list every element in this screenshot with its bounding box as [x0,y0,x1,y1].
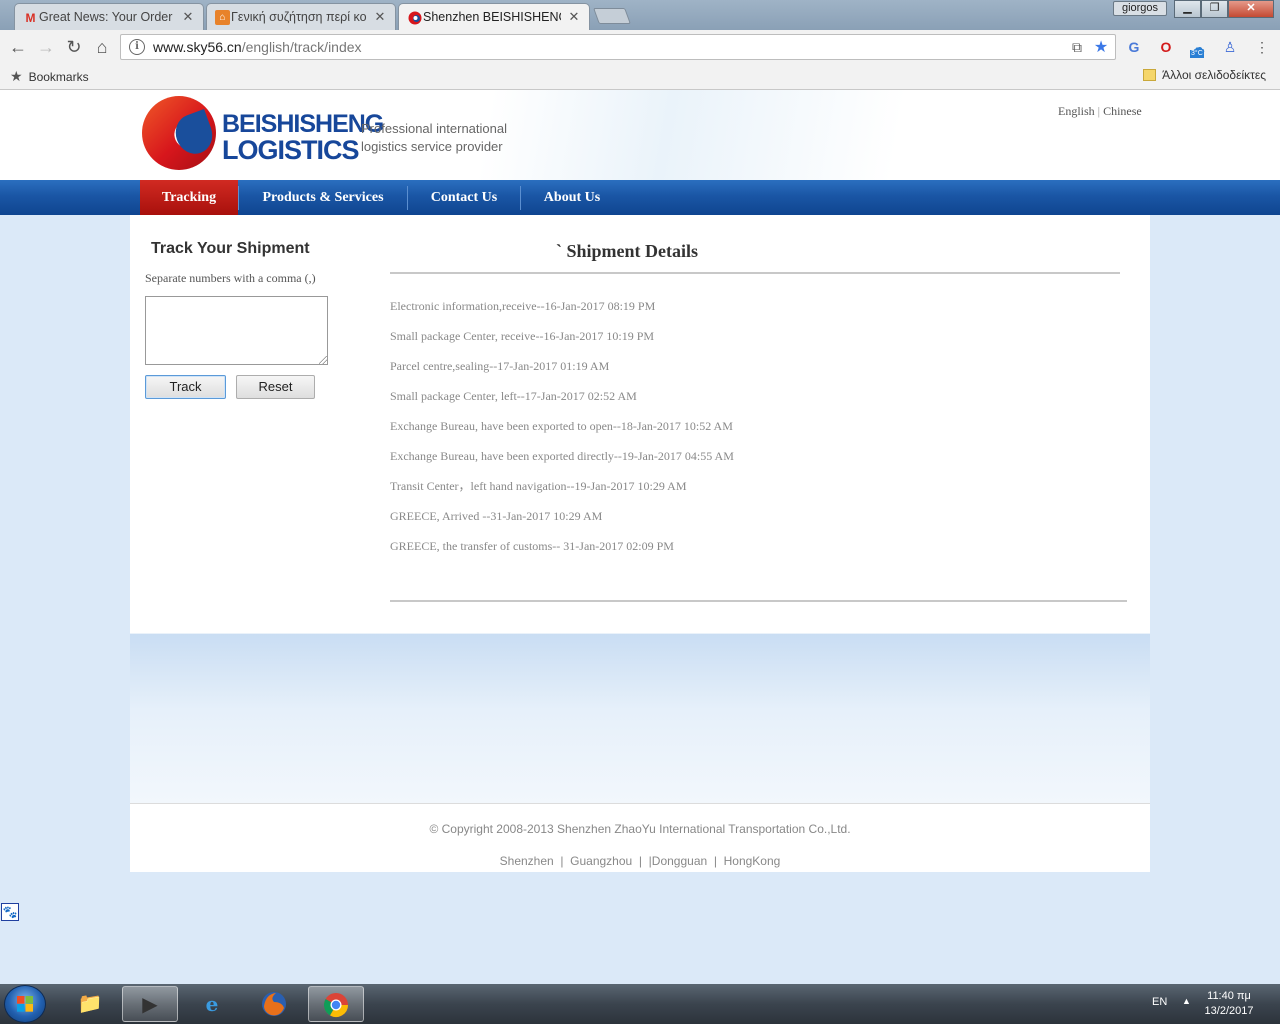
tab-strip: M Great News: Your Order ✕ ⌂ Γενική συζή… [0,0,1280,30]
close-icon[interactable]: ✕ [181,9,195,25]
new-tab-button[interactable] [593,8,631,24]
shipment-event: Small package Center, left--17-Jan-2017 … [390,389,637,403]
close-icon[interactable]: ✕ [567,9,581,25]
bookmarks-item[interactable]: ★ Bookmarks [10,68,89,85]
address-bar[interactable]: i www.sky56.cn/english/track/index ⧉ ★ [120,34,1116,60]
profile-button[interactable]: giorgos [1113,1,1167,16]
nav-divider [520,186,521,210]
company-tagline: Professional international logistics ser… [361,121,507,154]
tab-gmail[interactable]: M Great News: Your Order ✕ [14,3,204,30]
firefox-icon[interactable] [246,986,302,1022]
menu-icon[interactable]: ⋮ [1252,37,1272,57]
gmail-icon: M [25,10,36,25]
shipment-details-title: ` Shipment Details [556,241,699,261]
media-player-icon[interactable]: ▶ [122,986,178,1022]
textarea-resize-handle[interactable] [319,356,327,364]
main-content: Track Your Shipment Separate numbers wit… [130,215,1150,633]
minimize-button[interactable]: ▁ [1174,0,1201,18]
shipment-event: Small package Center, receive--16-Jan-20… [390,329,655,343]
file-explorer-icon[interactable]: 📁 [62,986,118,1022]
language-switcher: English | Chinese [1058,104,1142,118]
browser-toolbar: ← → ↻ ⌂ i www.sky56.cn/english/track/ind… [0,30,1280,64]
weather-temp: 3°C [1190,50,1204,58]
copyright-text: © Copyright 2008-2013 Shenzhen ZhaoYu In… [429,822,851,836]
page-viewport: BEISHISHENG LOGISTICS Professional inter… [0,90,1280,965]
restore-button[interactable]: ❐ [1201,0,1228,18]
start-button[interactable] [4,985,46,1023]
folder-icon [1143,69,1157,81]
star-icon: ★ [10,68,23,84]
show-hidden-icons-icon[interactable]: ▲ [1182,996,1191,1006]
shipment-event: GREECE, the transfer of customs-- 31-Jan… [390,539,674,553]
shipment-event: Transit Center，left hand navigation--19-… [390,479,687,493]
shipment-event: Parcel centre,sealing--17-Jan-2017 01:19… [390,359,610,373]
nav-divider [407,186,408,210]
site-footer: © Copyright 2008-2013 Shenzhen ZhaoYu In… [130,803,1150,872]
window-close-button[interactable]: ✕ [1228,0,1274,18]
tracking-number-input[interactable] [145,296,328,365]
window-controls: ▁ ❐ ✕ [1174,0,1274,18]
tab-beishisheng[interactable]: Shenzhen BEISHISHENG ✕ [398,3,590,30]
track-button[interactable]: Track [145,375,226,399]
weather-extension-icon[interactable]: ☁ 3°C [1188,37,1208,58]
home-icon[interactable]: ⌂ [90,35,114,59]
other-bookmarks[interactable]: Άλλοι σελιδοδείκτες [1143,68,1266,82]
track-hint: Separate numbers with a comma (,) [145,271,316,285]
shipment-event: Exchange Bureau, have been exported dire… [390,449,734,463]
close-icon[interactable]: ✕ [373,9,387,25]
lang-chinese-link[interactable]: Chinese [1103,104,1142,118]
nav-contact-us[interactable]: Contact Us [414,180,514,215]
divider [390,600,1127,602]
internet-explorer-icon[interactable]: e [184,986,240,1022]
system-clock[interactable]: 11:40 πμ 13/2/2017 [1198,989,1260,1019]
paw-icon[interactable]: 🐾 [1,903,19,921]
chrome-icon[interactable] [308,986,364,1022]
beishisheng-icon [407,10,422,25]
bookmark-star-icon[interactable]: ★ [1091,37,1111,57]
track-panel-title: Track Your Shipment [151,240,310,257]
windows-taskbar: 📁 ▶ e EN ▲ 11:40 πμ 13/2/2017 [0,984,1280,1024]
company-logo-icon[interactable] [142,96,216,170]
nav-divider [238,186,239,210]
site-info-icon[interactable]: i [129,39,145,55]
tab-title: Great News: Your Order [39,10,173,24]
bookmarks-bar: ★ Bookmarks Άλλοι σελιδοδείκτες [0,64,1280,90]
shipment-event: Electronic information,receive--16-Jan-2… [390,299,656,313]
decorative-band [130,633,1150,803]
forward-icon[interactable]: → [34,35,58,59]
main-navigation: Tracking Products & Services Contact Us … [0,180,1280,215]
shipment-event: Exchange Bureau, have been exported to o… [390,419,733,433]
google-translate-extension-icon[interactable]: G [1124,37,1144,57]
site-header: BEISHISHENG LOGISTICS Professional inter… [0,90,1280,180]
lang-english-link[interactable]: English [1058,104,1095,118]
url-text[interactable]: www.sky56.cn/english/track/index [153,39,1067,55]
divider [390,272,1120,274]
tab-title: Shenzhen BEISHISHENG [423,10,561,24]
opera-extension-icon[interactable]: O [1156,37,1176,57]
shipment-events-list: Electronic information,receive--16-Jan-2… [390,299,1090,569]
office-locations: Shenzhen | Guangzhou | |Dongguan | HongK… [499,854,781,868]
input-language[interactable]: EN [1152,996,1167,1008]
shipment-event: GREECE, Arrived --31-Jan-2017 10:29 AM [390,509,603,523]
account-extension-icon[interactable]: ♙ [1220,37,1240,57]
forum-home-icon: ⌂ [215,10,230,25]
company-logo-text[interactable]: BEISHISHENG LOGISTICS [222,112,384,164]
tab-forum[interactable]: ⌂ Γενική συζήτηση περί κο ✕ [206,3,396,30]
nav-tracking[interactable]: Tracking [140,180,238,215]
nav-products-services[interactable]: Products & Services [246,180,400,215]
reload-icon[interactable]: ↻ [62,35,86,59]
back-icon[interactable]: ← [6,35,30,59]
reset-button[interactable]: Reset [236,375,315,399]
nav-about-us[interactable]: About Us [527,180,617,215]
tab-title: Γενική συζήτηση περί κο [231,10,367,24]
translate-icon[interactable]: ⧉ [1067,39,1087,56]
